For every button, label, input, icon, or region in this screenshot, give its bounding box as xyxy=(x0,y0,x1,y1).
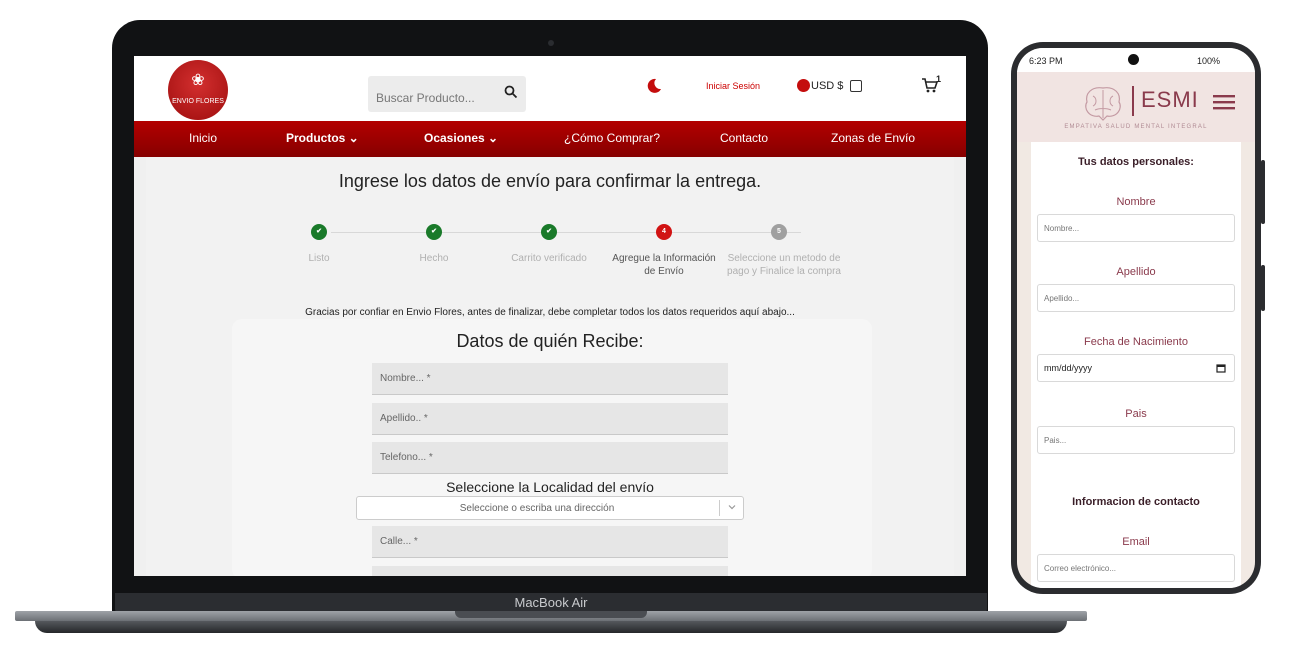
logo-text: ENVIO FLORES xyxy=(172,98,224,105)
brain-logo-icon xyxy=(1085,87,1121,121)
chevron-down-icon[interactable] xyxy=(727,502,737,512)
brand-divider xyxy=(1132,86,1134,116)
nombre-placeholder: Nombre... * xyxy=(380,373,431,384)
laptop-foot xyxy=(35,621,1067,633)
laptop-base: MacBook Air xyxy=(15,593,1087,636)
nav-inicio[interactable]: Inicio xyxy=(189,131,217,145)
login-link[interactable]: Iniciar Sesión xyxy=(706,81,760,91)
search-input[interactable]: Buscar Producto... xyxy=(376,91,475,105)
site-logo[interactable]: ❀ ENVIO FLORES xyxy=(168,60,228,120)
nav-ocasiones[interactable]: Ocasiones ⌄ xyxy=(424,131,498,145)
cart-count-badge: 1 xyxy=(936,74,942,84)
status-battery: 100% xyxy=(1197,56,1221,66)
progress-line xyxy=(331,232,801,233)
personal-section-title: Tus datos personales: xyxy=(1078,156,1194,168)
apellido-field[interactable]: Apellido.. * xyxy=(372,403,728,435)
calle-field[interactable]: Calle... * xyxy=(372,526,728,558)
step-5-number: 5 xyxy=(771,224,787,240)
thanks-message: Gracias por confiar en Envio Flores, ant… xyxy=(305,307,795,318)
form-title: Datos de quién Recibe: xyxy=(456,331,644,351)
email-label: Email xyxy=(1122,536,1150,548)
fecha-label: Fecha de Nacimiento xyxy=(1084,336,1188,348)
status-bar: 6:23 PM 100% xyxy=(1017,48,1255,72)
contact-section-title: Informacion de contacto xyxy=(1072,496,1200,508)
step-3-check-icon: ✔ xyxy=(541,224,557,240)
front-camera xyxy=(1128,54,1139,65)
step-1-label: Listo xyxy=(308,253,330,264)
brand-name[interactable]: ESMI xyxy=(1141,87,1199,113)
site-header: ❀ ENVIO FLORES Buscar Producto... Inicia… xyxy=(134,56,966,121)
nombre-field[interactable]: Nombre... * xyxy=(372,363,728,395)
locality-placeholder: Seleccione o escriba una dirección xyxy=(459,503,615,514)
rose-icon: ❀ xyxy=(191,72,205,89)
nav-contacto[interactable]: Contacto xyxy=(720,131,768,145)
fecha-value: mm/dd/yyyy xyxy=(1044,363,1093,373)
pais-label: Pais xyxy=(1125,408,1147,420)
apellido-placeholder: Apellido.. * xyxy=(380,413,428,424)
apellido-placeholder: Apellido... xyxy=(1044,294,1080,303)
step-1-check-icon: ✔ xyxy=(311,224,327,240)
laptop-notch xyxy=(455,611,647,618)
step-4-label: Agregue la Información de Envío xyxy=(612,253,716,277)
registration-form: Tus datos personales: Nombre Nombre... A… xyxy=(1031,142,1241,588)
step-5-label: Seleccione un metodo de pago y Finalice … xyxy=(727,253,841,277)
laptop-camera xyxy=(548,40,554,46)
locality-select[interactable]: Seleccione o escriba una dirección xyxy=(356,496,744,520)
locality-title: Seleccione la Localidad del envío xyxy=(446,479,654,495)
currency-flag-icon xyxy=(797,79,810,92)
phone-power-button xyxy=(1261,265,1265,311)
showcase: ❀ ENVIO FLORES Buscar Producto... Inicia… xyxy=(0,0,1289,663)
calendar-icon[interactable] xyxy=(1216,363,1226,373)
currency-toggle[interactable] xyxy=(850,80,862,92)
page-title: Ingrese los datos de envío para confirma… xyxy=(338,171,762,191)
main-nav: Inicio Productos ⌄ Ocasiones ⌄ ¿Cómo Com… xyxy=(134,121,966,157)
email-input[interactable]: Correo electrónico... xyxy=(1037,554,1235,582)
nombre-input[interactable]: Nombre... xyxy=(1037,214,1235,242)
telefono-field[interactable]: Telefono... * xyxy=(372,442,728,474)
pais-placeholder: Pais... xyxy=(1044,436,1067,445)
phone-volume-button xyxy=(1261,160,1265,224)
step-4-number: 4 xyxy=(656,224,672,240)
checkout-content: Ingrese los datos de envío para confirma… xyxy=(146,157,954,576)
nombre-placeholder: Nombre... xyxy=(1044,224,1080,233)
step-2-label: Hecho xyxy=(419,253,449,264)
email-placeholder: Correo electrónico... xyxy=(1044,564,1117,573)
calle-placeholder: Calle... * xyxy=(380,536,418,547)
brand-tagline: EMPATIVA SALUD MENTAL INTEGRAL xyxy=(1064,124,1208,130)
laptop-screen: ❀ ENVIO FLORES Buscar Producto... Inicia… xyxy=(134,56,966,576)
search-icon[interactable] xyxy=(504,85,518,99)
next-field[interactable] xyxy=(372,566,728,576)
status-time: 6:23 PM xyxy=(1029,56,1063,66)
laptop-hinge: MacBook Air xyxy=(115,593,987,613)
search-box[interactable]: Buscar Producto... xyxy=(368,76,526,112)
pais-input[interactable]: Pais... xyxy=(1037,426,1235,454)
step-2-check-icon: ✔ xyxy=(426,224,442,240)
select-divider xyxy=(719,500,720,516)
fecha-input[interactable]: mm/dd/yyyy xyxy=(1037,354,1235,382)
apellido-input[interactable]: Apellido... xyxy=(1037,284,1235,312)
device-label: MacBook Air xyxy=(514,595,588,610)
dark-mode-moon-icon[interactable] xyxy=(646,78,662,94)
esmi-header: ESMI EMPATIVA SALUD MENTAL INTEGRAL xyxy=(1017,72,1255,142)
step-3-label: Carrito verificado xyxy=(511,253,587,264)
hamburger-menu-icon[interactable] xyxy=(1213,94,1235,110)
phone-screen: 6:23 PM 100% ESMI EMPATIVA SALUD MENTAL … xyxy=(1017,48,1255,588)
nav-productos[interactable]: Productos ⌄ xyxy=(286,131,359,145)
apellido-label: Apellido xyxy=(1116,266,1156,278)
nav-como-comprar[interactable]: ¿Cómo Comprar? xyxy=(564,131,660,145)
telefono-placeholder: Telefono... * xyxy=(380,452,433,463)
nombre-label: Nombre xyxy=(1116,196,1156,208)
currency-label: USD $ xyxy=(811,80,844,92)
nav-zonas-envio[interactable]: Zonas de Envío xyxy=(831,131,915,145)
